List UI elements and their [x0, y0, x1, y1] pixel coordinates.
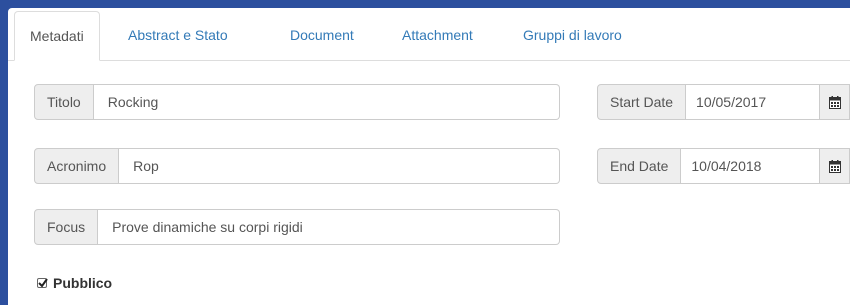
acronimo-label: Acronimo	[34, 148, 120, 184]
tab-metadati[interactable]: Metadati	[14, 11, 100, 61]
tab-document[interactable]: Document	[275, 11, 369, 60]
start-date-label: Start Date	[597, 84, 687, 120]
tab-bar: Metadati Abstract e Stato Document Attac…	[8, 8, 850, 61]
focus-group: Focus Prove dinamiche su corpi rigidi	[34, 209, 560, 245]
start-date-input[interactable]: 10/05/2017	[686, 84, 820, 120]
end-date-calendar-button[interactable]	[820, 148, 850, 184]
pubblico-checkbox[interactable]	[37, 278, 48, 288]
start-date-group: Start Date 10/05/2017	[597, 84, 850, 120]
acronimo-group: Acronimo Rop	[34, 148, 560, 184]
pubblico-label: Pubblico	[53, 275, 113, 291]
tab-gruppi-di-lavoro[interactable]: Gruppi di lavoro	[508, 11, 637, 60]
calendar-icon	[828, 159, 841, 173]
focus-label: Focus	[34, 209, 99, 245]
end-date-input[interactable]: 10/04/2018	[681, 148, 820, 184]
start-date-calendar-button[interactable]	[820, 84, 850, 120]
form-panel: Metadati Abstract e Stato Document Attac…	[8, 8, 850, 305]
pubblico-row: Pubblico	[37, 275, 112, 291]
titolo-input[interactable]: Rocking	[93, 84, 560, 120]
tab-attachment[interactable]: Attachment	[387, 11, 488, 60]
titolo-group: Titolo Rocking	[34, 84, 560, 120]
titolo-label: Titolo	[34, 84, 94, 120]
end-date-group: End Date 10/04/2018	[597, 148, 850, 184]
acronimo-input[interactable]: Rop	[119, 148, 560, 184]
calendar-icon	[828, 95, 841, 109]
focus-input[interactable]: Prove dinamiche su corpi rigidi	[98, 209, 560, 245]
checkmark-icon	[38, 278, 48, 288]
tab-abstract-e-stato[interactable]: Abstract e Stato	[113, 11, 243, 60]
end-date-label: End Date	[597, 148, 682, 184]
